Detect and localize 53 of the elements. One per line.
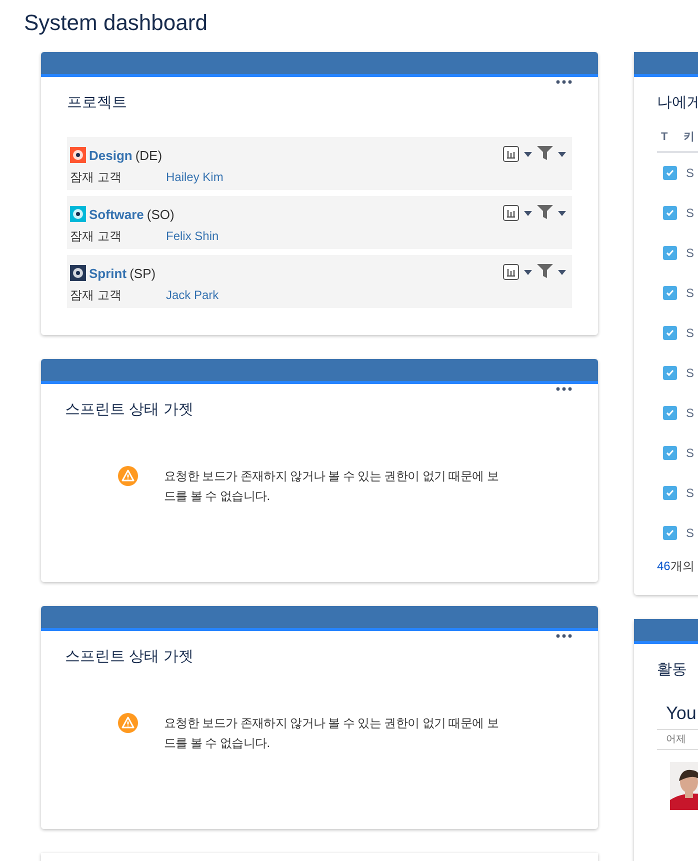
more-icon[interactable]	[556, 634, 572, 638]
column-header[interactable]: T	[661, 128, 668, 145]
chart-icon[interactable]	[503, 146, 519, 162]
issue-count-link[interactable]: 46	[657, 557, 670, 575]
field-label: 잠재 고객	[70, 169, 122, 186]
caret-icon[interactable]	[524, 270, 532, 274]
filter-icon[interactable]	[537, 146, 553, 160]
page-title: System dashboard	[23, 9, 208, 37]
issue-count-text: 개의	[670, 558, 694, 575]
person-link[interactable]: Jack Park	[166, 286, 219, 304]
caret-icon[interactable]	[558, 152, 566, 156]
issue-key-link[interactable]: S	[686, 404, 694, 422]
chart-icon[interactable]	[503, 264, 519, 280]
filter-icon[interactable]	[537, 204, 553, 218]
issue-key-link[interactable]: S	[686, 284, 694, 302]
project-link[interactable]: Sprint	[89, 264, 127, 283]
project-key: (DE)	[135, 146, 162, 165]
project-link[interactable]: Design	[89, 146, 132, 165]
project-link[interactable]: Software	[89, 204, 144, 224]
person-link[interactable]: Felix Shin	[166, 227, 219, 245]
gadget-title: 스프린트 상태 가젯	[65, 400, 194, 420]
error-message: 요청한 보드가 존재하지 않거나 볼 수 있는 권한이 없기 때문에 보드를 볼 수 없습니다.	[164, 468, 500, 505]
issue-key-link[interactable]: S	[686, 204, 694, 222]
filter-icon[interactable]	[537, 264, 553, 278]
field-label: 잠재 고객	[70, 287, 122, 304]
gadget-title: 스프린트 상태 가젯	[65, 646, 194, 666]
gadget-title: 프로젝트	[67, 93, 128, 113]
more-icon[interactable]	[556, 386, 572, 390]
chart-icon[interactable]	[503, 204, 519, 220]
issue-key-link[interactable]: S	[686, 444, 694, 462]
field-label: 잠재 고객	[70, 228, 122, 245]
issue-key-link[interactable]: S	[686, 164, 694, 182]
caret-icon[interactable]	[524, 210, 532, 216]
person-link[interactable]: Hailey Kim	[166, 168, 224, 186]
caret-icon[interactable]	[524, 152, 532, 156]
gadget-title: 활동	[657, 660, 688, 680]
gadget-title: 나에게	[657, 93, 698, 113]
more-icon[interactable]	[556, 80, 572, 84]
warning-icon	[118, 466, 138, 486]
issue-key-link[interactable]: S	[686, 324, 694, 342]
issue-key-link[interactable]: S	[686, 484, 694, 502]
issue-key-link[interactable]: S	[686, 524, 694, 542]
issue-key-link[interactable]: S	[686, 364, 694, 382]
error-message: 요청한 보드가 존재하지 않거나 볼 수 있는 권한이 없기 때문에 보드를 볼 수 없습니다.	[164, 715, 500, 752]
warning-icon	[118, 713, 138, 733]
issue-key-link[interactable]: S	[686, 244, 694, 262]
column-header[interactable]: 키	[684, 128, 695, 145]
project-key: (SO)	[146, 204, 174, 224]
stream-heading: You	[665, 702, 698, 724]
caret-icon[interactable]	[558, 210, 566, 216]
date-label: 어제	[657, 728, 698, 750]
project-key: (SP)	[130, 264, 156, 283]
caret-icon[interactable]	[558, 270, 566, 274]
